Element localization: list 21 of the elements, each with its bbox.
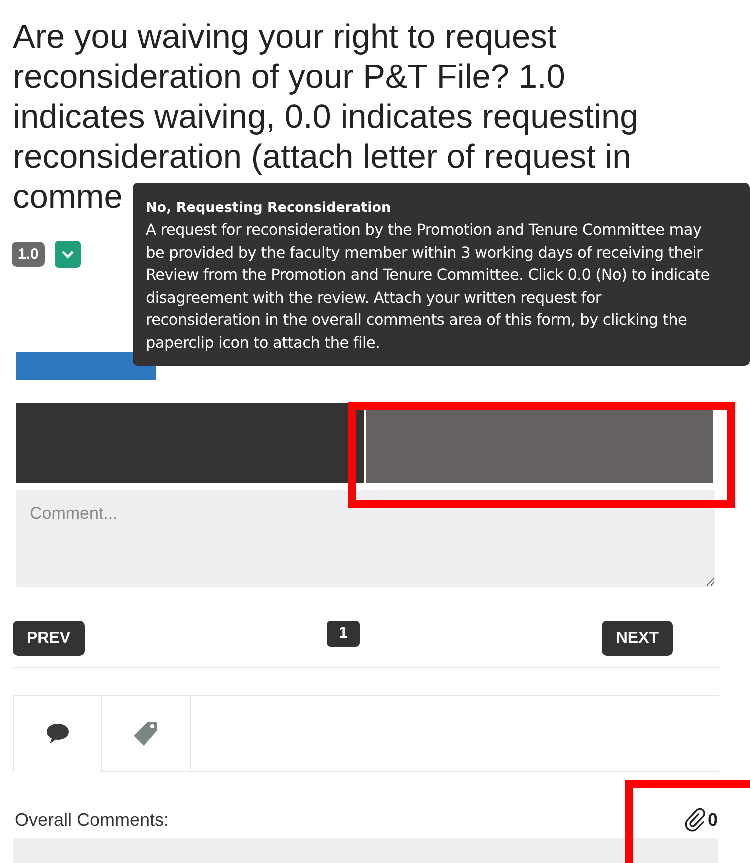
next-button[interactable]: NEXT [602,621,673,656]
paperclip-icon [684,808,707,832]
attach-button[interactable]: 0 [684,808,718,832]
prev-button[interactable]: PREV [13,621,85,656]
dropdown-button[interactable] [54,241,81,268]
comment-field[interactable]: Comment... [16,490,715,587]
score-badge: 1.0 [12,242,45,267]
tag-icon [132,720,160,748]
question-line: Are you waiving your right to request [13,18,557,58]
speech-bubble-icon [44,722,70,746]
rating-option[interactable] [16,403,364,483]
page-number[interactable]: 1 [326,621,360,647]
question-line: comme [13,178,123,218]
tooltip-title: No, Requesting Reconsideration [146,199,392,218]
question-line: reconsideration of your P&T File? 1.0 [13,58,566,98]
chevron-down-icon [62,250,74,258]
tab[interactable] [13,696,102,772]
question-line: indicates waiving, 0.0 indicates requesting [13,98,639,138]
question-line: reconsideration (attach letter of request in [13,138,632,178]
overall-comments-label: Overall Comments: [15,810,170,830]
tooltip-text: A request for reconsideration by the Promotion and Tenure Committee may be provided by the faculty member within 3 working days of receiving their Review from the Promotion and Tenure Committee. Click 0.0 (No) to indicate disagreement with the review. Attach your written request for reconsideration in the overall comments area of this form, by clicking the paperclip icon to attach the file. [146,220,711,354]
